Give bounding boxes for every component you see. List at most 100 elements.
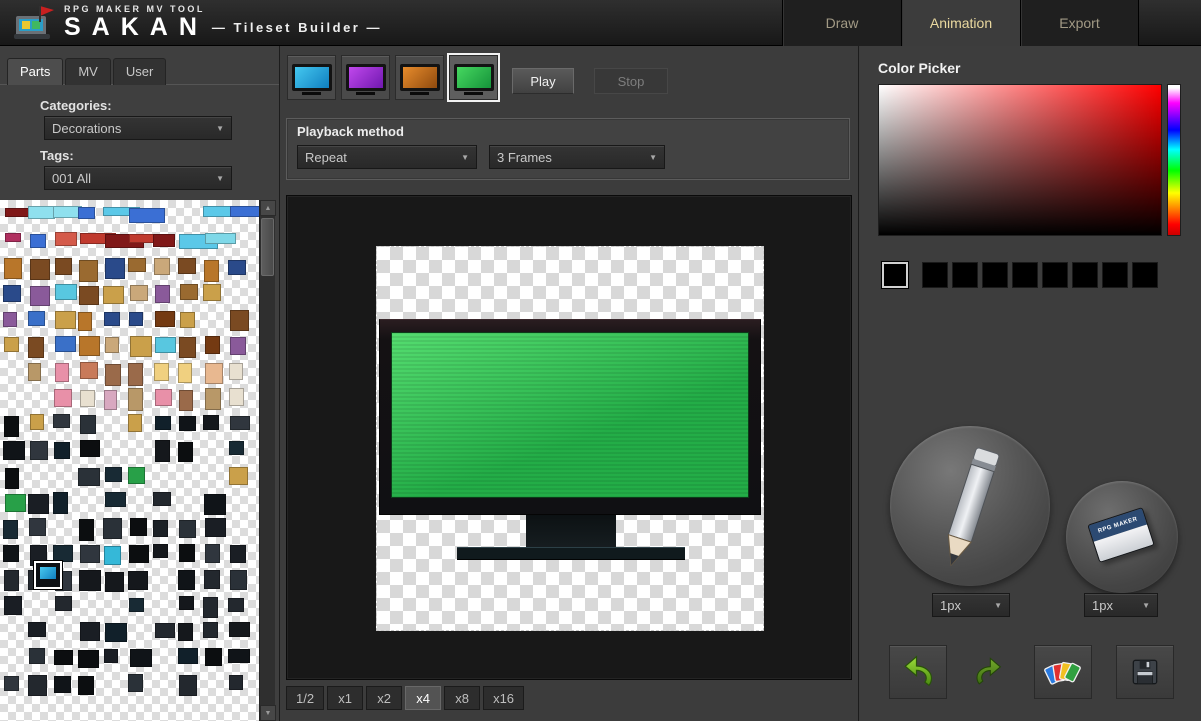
tile-thumbnail[interactable] xyxy=(28,675,47,696)
animation-frame-1[interactable] xyxy=(287,55,336,100)
tile-thumbnail[interactable] xyxy=(105,467,122,482)
tile-thumbnail[interactable] xyxy=(79,570,101,591)
tab-user[interactable]: User xyxy=(113,58,166,85)
tile-thumbnail[interactable] xyxy=(78,312,92,331)
eraser-tool-button[interactable]: RPG MAKER xyxy=(1066,481,1178,593)
tile-thumbnail[interactable] xyxy=(155,285,170,303)
tile-thumbnail[interactable] xyxy=(179,337,196,358)
tile-thumbnail[interactable] xyxy=(54,442,70,459)
tile-thumbnail[interactable] xyxy=(29,648,45,664)
tile-thumbnail[interactable] xyxy=(153,520,168,537)
tile-thumbnail[interactable] xyxy=(79,336,100,356)
zoom-x4[interactable]: x4 xyxy=(405,686,441,710)
tile-thumbnail[interactable] xyxy=(80,545,100,563)
tile-thumbnail[interactable] xyxy=(4,337,19,352)
zoom-x1[interactable]: x1 xyxy=(327,686,363,710)
tile-thumbnail[interactable] xyxy=(179,596,194,610)
tile-thumbnail[interactable] xyxy=(153,234,175,247)
redo-button[interactable] xyxy=(960,645,1018,699)
tile-thumbnail[interactable] xyxy=(178,623,193,641)
tile-grid-scrollbar[interactable]: ▲ ▼ xyxy=(259,200,275,721)
tile-thumbnail[interactable] xyxy=(79,286,99,305)
tile-thumbnail[interactable] xyxy=(105,258,125,279)
tile-thumbnail[interactable] xyxy=(229,388,244,406)
drawing-canvas[interactable] xyxy=(286,195,852,680)
tile-thumbnail[interactable] xyxy=(28,206,55,219)
tile-thumbnail[interactable] xyxy=(28,622,46,637)
eraser-size-dropdown[interactable]: 1px ▼ xyxy=(1084,593,1158,617)
tile-thumbnail[interactable] xyxy=(128,414,142,432)
tile-thumbnail[interactable] xyxy=(4,596,22,615)
animation-frame-4[interactable] xyxy=(449,55,498,100)
tile-thumbnail[interactable] xyxy=(28,337,44,358)
tile-thumbnail[interactable] xyxy=(230,206,259,217)
tile-thumbnail[interactable] xyxy=(54,676,71,693)
tile-thumbnail[interactable] xyxy=(230,545,246,563)
tile-thumbnail[interactable] xyxy=(29,518,46,536)
tile-thumbnail[interactable] xyxy=(153,544,168,558)
tile-thumbnail[interactable] xyxy=(54,650,73,665)
tile-thumbnail[interactable] xyxy=(3,441,25,460)
selected-tile[interactable] xyxy=(34,561,62,589)
tile-thumbnail[interactable] xyxy=(178,442,193,462)
scrollbar-thumb[interactable] xyxy=(261,218,274,276)
animation-frame-3[interactable] xyxy=(395,55,444,100)
stop-button[interactable]: Stop xyxy=(594,68,668,94)
tile-thumbnail[interactable] xyxy=(179,416,196,431)
zoom-x8[interactable]: x8 xyxy=(444,686,480,710)
tile-thumbnail[interactable] xyxy=(104,546,121,565)
tile-thumbnail[interactable] xyxy=(230,337,246,355)
tile-thumbnail[interactable] xyxy=(78,468,100,486)
tile-thumbnail[interactable] xyxy=(128,258,146,272)
playback-method-dropdown[interactable]: Repeat ▼ xyxy=(297,145,477,169)
hue-slider[interactable] xyxy=(1167,84,1181,236)
zoom-1-2[interactable]: 1/2 xyxy=(286,686,324,710)
tile-thumbnail[interactable] xyxy=(229,363,243,380)
color-swatch-8[interactable] xyxy=(1132,262,1158,288)
tile-thumbnail[interactable] xyxy=(229,622,250,637)
tab-mv[interactable]: MV xyxy=(65,58,111,85)
tile-thumbnail[interactable] xyxy=(103,286,124,304)
tile-thumbnail[interactable] xyxy=(105,364,121,386)
tile-thumbnail[interactable] xyxy=(54,389,72,407)
tile-thumbnail[interactable] xyxy=(230,310,249,331)
tile-thumbnail[interactable] xyxy=(28,494,49,514)
tile-thumbnail[interactable] xyxy=(30,234,46,248)
tile-thumbnail[interactable] xyxy=(179,520,196,538)
tile-thumbnail[interactable] xyxy=(78,650,99,668)
tile-thumbnail[interactable] xyxy=(30,414,44,430)
tile-thumbnail[interactable] xyxy=(4,258,22,279)
current-color-swatch[interactable] xyxy=(882,262,908,288)
sprite-selection[interactable] xyxy=(376,246,764,631)
tile-thumbnail[interactable] xyxy=(128,467,145,484)
tile-thumbnail[interactable] xyxy=(3,312,17,327)
tile-thumbnail[interactable] xyxy=(180,312,195,328)
animation-frame-2[interactable] xyxy=(341,55,390,100)
tile-thumbnail[interactable] xyxy=(28,363,41,381)
tile-thumbnail[interactable] xyxy=(155,311,175,327)
frame-count-dropdown[interactable]: 3 Frames ▼ xyxy=(489,145,665,169)
tile-thumbnail[interactable] xyxy=(178,363,192,383)
tile-grid[interactable] xyxy=(0,200,259,721)
color-swatch-7[interactable] xyxy=(1102,262,1128,288)
tab-draw[interactable]: Draw xyxy=(782,0,901,46)
tile-thumbnail[interactable] xyxy=(53,492,68,514)
play-button[interactable]: Play xyxy=(512,68,574,94)
pencil-size-dropdown[interactable]: 1px ▼ xyxy=(932,593,1010,617)
tile-thumbnail[interactable] xyxy=(79,260,98,282)
tile-thumbnail[interactable] xyxy=(128,571,148,590)
tile-thumbnail[interactable] xyxy=(55,284,77,300)
color-swatch-2[interactable] xyxy=(952,262,978,288)
tile-thumbnail[interactable] xyxy=(178,648,198,664)
tile-thumbnail[interactable] xyxy=(55,258,72,275)
tile-thumbnail[interactable] xyxy=(3,545,19,562)
tile-thumbnail[interactable] xyxy=(155,623,175,638)
tab-animation[interactable]: Animation xyxy=(901,0,1020,46)
zoom-x2[interactable]: x2 xyxy=(366,686,402,710)
tile-thumbnail[interactable] xyxy=(228,598,244,612)
tile-thumbnail[interactable] xyxy=(80,415,96,434)
tile-thumbnail[interactable] xyxy=(105,572,124,592)
tile-thumbnail[interactable] xyxy=(79,519,94,541)
tile-thumbnail[interactable] xyxy=(55,232,77,246)
tile-thumbnail[interactable] xyxy=(4,676,19,691)
